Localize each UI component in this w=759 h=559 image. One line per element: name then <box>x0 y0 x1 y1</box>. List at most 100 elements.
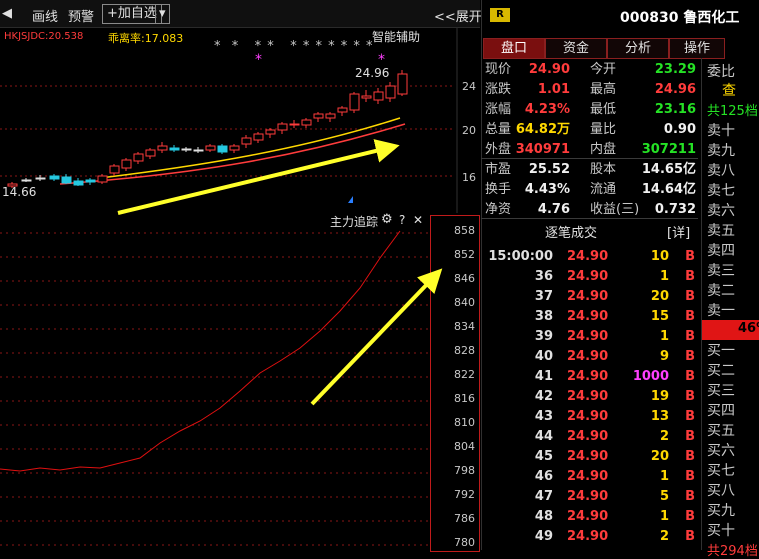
main-force-chart[interactable]: 主力追踪 ⚙ ? ✕ <box>0 212 480 550</box>
quote-label: 外盘 <box>485 142 512 157</box>
quote-label-2: 最高 <box>590 82 617 97</box>
buy-level: 买五 <box>707 423 735 439</box>
candle-body <box>157 145 168 151</box>
candle-body <box>35 177 46 180</box>
stock-title: 000830 鲁西化工 <box>620 10 740 26</box>
candle-body <box>361 95 372 99</box>
tick-time: 48 <box>534 509 553 524</box>
quote-divider <box>481 158 698 159</box>
candle-body <box>349 93 360 111</box>
sell-level: 卖四 <box>707 243 735 259</box>
tick-volume: 5 <box>659 489 669 504</box>
quote-value: 4.76 <box>537 202 570 217</box>
axis-tick: 846 <box>454 272 475 285</box>
candle-body <box>301 119 312 126</box>
tick-time: 37 <box>534 289 553 304</box>
tick-detail-button[interactable]: [详] <box>667 222 690 241</box>
axis-tick: 816 <box>454 392 475 405</box>
candle-body <box>133 153 144 162</box>
settings-icon[interactable]: ⚙ <box>381 212 393 227</box>
tick-side: B <box>685 329 695 344</box>
tick-time: 49 <box>534 529 553 544</box>
candle-body <box>397 73 408 95</box>
tick-price: 24.90 <box>567 509 609 524</box>
tick-row: 46 24.90 1 B <box>485 467 695 487</box>
tab-analysis[interactable]: 分析 <box>607 38 669 59</box>
smart-assist-button[interactable]: 智能辅助 <box>372 28 420 45</box>
candle-body <box>385 85 396 99</box>
help-icon[interactable]: ? <box>399 213 405 227</box>
quote-row: 净资 4.76 收益(三) 0.732 <box>485 200 700 220</box>
high-price-label: 24.96 <box>355 66 390 80</box>
quote-label-2: 收益(三) <box>590 202 640 217</box>
quote-row: 涨跌 1.01 最高 24.96 <box>485 80 700 100</box>
quote-value-2: 0.90 <box>663 122 696 137</box>
back-button[interactable]: ◀ <box>2 6 12 21</box>
tick-time: 44 <box>534 429 553 444</box>
ratio-bar: 46% <box>702 320 759 340</box>
draw-line-button[interactable]: 画线 <box>32 6 58 25</box>
stock-badge: R <box>490 8 510 22</box>
quote-label: 总量 <box>485 122 512 137</box>
tick-price: 24.90 <box>567 249 609 264</box>
axis-tick: 822 <box>454 368 475 381</box>
tick-side: B <box>685 309 695 324</box>
add-watchlist-button[interactable]: +加自选 <box>102 4 162 24</box>
tick-row: 41 24.90 1000 B <box>485 367 695 387</box>
tick-price: 24.90 <box>567 389 609 404</box>
buy-level: 买四 <box>707 403 735 419</box>
tick-price: 24.90 <box>567 529 609 544</box>
quote-value-2: 307211 <box>641 142 696 157</box>
quote-row: 现价 24.90 今开 23.29 <box>485 60 700 80</box>
tab-operation[interactable]: 操作 <box>669 38 725 59</box>
quote-value-2: 14.65亿 <box>641 162 696 177</box>
quote-row: 总量 64.82万 量比 0.90 <box>485 120 700 140</box>
candle-body <box>313 113 324 119</box>
signal-marker: * <box>255 52 262 68</box>
tick-time: 47 <box>534 489 553 504</box>
kline-chart[interactable]: * * HKJSJDC:20.538 乖离率:17.083 智能辅助 * * * … <box>0 28 480 213</box>
tab-funds[interactable]: 资金 <box>545 38 607 59</box>
watchlist-dropdown-icon[interactable]: ▾ <box>155 4 170 24</box>
tick-time: 41 <box>534 369 553 384</box>
tick-side: B <box>685 449 695 464</box>
quote-label-2: 今开 <box>590 62 617 77</box>
candle-body <box>193 149 204 152</box>
tick-volume: 20 <box>650 449 669 464</box>
quote-label: 市盈 <box>485 162 512 177</box>
close-icon[interactable]: ✕ <box>413 213 423 227</box>
buy-level: 买十 <box>707 523 735 539</box>
tick-volume: 15 <box>650 309 669 324</box>
alert-button[interactable]: 预警 <box>68 6 94 25</box>
y-tick: 16 <box>462 171 476 184</box>
indicator-label: HKJSJDC:20.538 <box>4 31 84 42</box>
quote-label: 涨跌 <box>485 82 512 97</box>
candle-body <box>241 137 252 145</box>
quote-label: 现价 <box>485 62 512 77</box>
tick-price: 24.90 <box>567 309 609 324</box>
tick-side: B <box>685 429 695 444</box>
tick-row: 42 24.90 19 B <box>485 387 695 407</box>
order-book: 委比 查 共125档 卖十卖九卖八卖七卖六卖五卖四卖三卖二卖一 46% 买一买二… <box>701 58 759 559</box>
expand-button[interactable]: <<展开 <box>434 6 482 25</box>
sell-level: 卖九 <box>707 143 735 159</box>
buy-level: 买三 <box>707 383 735 399</box>
tick-volume: 1 <box>659 269 669 284</box>
candle-body <box>145 149 156 157</box>
sell-level: 卖二 <box>707 283 735 299</box>
tick-row: 47 24.90 5 B <box>485 487 695 507</box>
tick-row: 36 24.90 1 B <box>485 267 695 287</box>
quote-value: 64.82万 <box>515 122 570 137</box>
quote-value: 25.52 <box>528 162 570 177</box>
candle-body <box>325 113 336 119</box>
quote-value-2: 23.16 <box>654 102 696 117</box>
tick-title: 逐笔成交 <box>545 226 598 241</box>
tab-handicap[interactable]: 盘口 <box>483 38 545 59</box>
axis-tick: 780 <box>454 536 475 549</box>
tick-side: B <box>685 469 695 484</box>
quote-label-2: 量比 <box>590 122 617 137</box>
candle-body <box>289 123 300 126</box>
tick-row: 38 24.90 15 B <box>485 307 695 327</box>
tick-price: 24.90 <box>567 269 609 284</box>
candle-body <box>265 129 276 135</box>
